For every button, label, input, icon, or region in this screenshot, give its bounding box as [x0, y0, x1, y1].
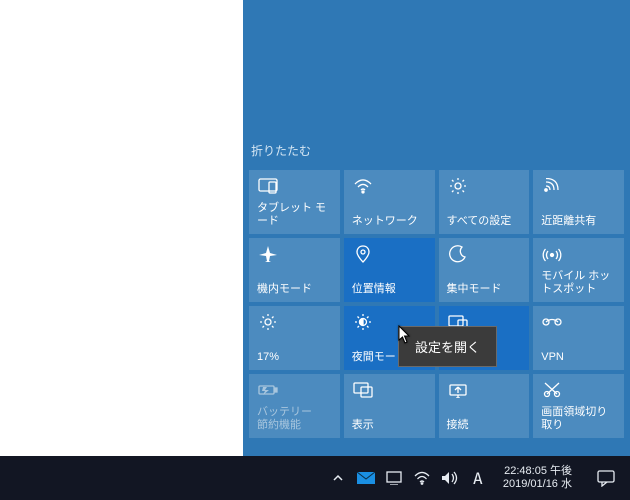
- system-tray: A 22:48:05 午後 2019/01/16 水: [327, 456, 630, 500]
- tile-project[interactable]: 表示: [344, 374, 435, 438]
- tile-airplane[interactable]: 機内モード: [249, 238, 340, 302]
- hotspot-icon: [541, 244, 563, 264]
- tile-label: VPN: [541, 351, 618, 364]
- tile-focus[interactable]: 集中モード: [439, 238, 530, 302]
- location-icon: [352, 244, 374, 264]
- tile-label: タブレット モード: [257, 202, 334, 228]
- brightness-icon: [257, 312, 279, 332]
- tile-label: 集中モード: [447, 283, 524, 296]
- context-tooltip: 設定を開く: [398, 326, 497, 367]
- tile-label: すべての設定: [447, 215, 524, 228]
- tile-vpn[interactable]: VPN: [533, 306, 624, 370]
- tile-wconnect[interactable]: 接続: [439, 374, 530, 438]
- tile-location[interactable]: 位置情報: [344, 238, 435, 302]
- project-icon: [352, 380, 374, 400]
- tile-label: 接続: [447, 419, 524, 432]
- tile-nearshare[interactable]: 近距離共有: [533, 170, 624, 234]
- taskbar: A 22:48:05 午後 2019/01/16 水: [0, 456, 630, 500]
- tile-label: 17%: [257, 351, 334, 364]
- tile-snip[interactable]: 画面領域切り取り: [533, 374, 624, 438]
- mail-icon[interactable]: [355, 456, 377, 500]
- collapse-link[interactable]: 折りたたむ: [251, 142, 311, 159]
- nightlight-icon: [352, 312, 374, 332]
- mouse-cursor: [398, 325, 412, 350]
- task-view-icon[interactable]: [383, 456, 405, 500]
- clock-date: 2019/01/16 水: [503, 478, 572, 491]
- desktop-blank-area: [0, 0, 243, 456]
- airplane-icon: [257, 244, 279, 264]
- tile-hotspot[interactable]: モバイル ホットスポット: [533, 238, 624, 302]
- tile-label: 近距離共有: [541, 215, 618, 228]
- action-center-icon[interactable]: [586, 456, 626, 500]
- taskbar-clock[interactable]: 22:48:05 午後 2019/01/16 水: [495, 465, 580, 491]
- tile-settings[interactable]: すべての設定: [439, 170, 530, 234]
- volume-icon[interactable]: [439, 456, 461, 500]
- ime-mode-icon[interactable]: A: [467, 456, 489, 500]
- vpn-icon: [541, 312, 563, 332]
- battery-icon: [257, 380, 279, 400]
- wconnect-icon: [447, 380, 469, 400]
- tile-label: 位置情報: [352, 283, 429, 296]
- tile-battery[interactable]: バッテリー 節約機能: [249, 374, 340, 438]
- wifi-icon[interactable]: [411, 456, 433, 500]
- snip-icon: [541, 380, 563, 400]
- tile-label: モバイル ホットスポット: [541, 270, 618, 296]
- settings-icon: [447, 176, 469, 196]
- tile-label: 表示: [352, 419, 429, 432]
- tablet-icon: [257, 176, 279, 196]
- tile-tablet[interactable]: タブレット モード: [249, 170, 340, 234]
- tile-label: バッテリー 節約機能: [257, 406, 334, 432]
- network-icon: [352, 176, 374, 196]
- tile-network[interactable]: ネットワーク: [344, 170, 435, 234]
- clock-time: 22:48:05 午後: [503, 465, 572, 478]
- tile-label: 画面領域切り取り: [541, 406, 618, 432]
- nearshare-icon: [541, 176, 563, 196]
- tile-brightness[interactable]: 17%: [249, 306, 340, 370]
- focus-icon: [447, 244, 469, 264]
- tray-overflow-chevron-icon[interactable]: [327, 456, 349, 500]
- tile-label: ネットワーク: [352, 215, 429, 228]
- quick-actions-grid: タブレット モードネットワーク すべての設定 近距離共有機内モード 位置情報 集中モード…: [249, 170, 624, 438]
- action-center-panel: 折りたたむ タブレット モードネットワーク すべての設定 近距離共有機内モード 位置情…: [243, 0, 630, 456]
- tile-label: 機内モード: [257, 283, 334, 296]
